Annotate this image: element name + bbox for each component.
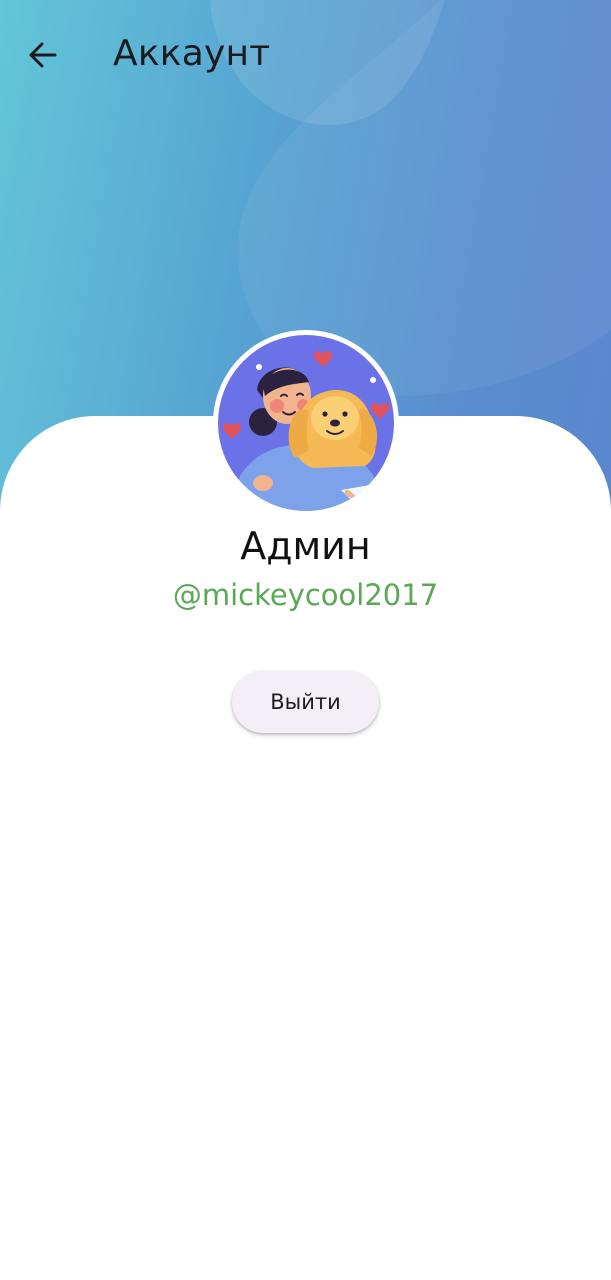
app-bar: Аккаунт bbox=[0, 0, 611, 108]
avatar-illustration bbox=[214, 331, 398, 515]
avatar[interactable] bbox=[213, 330, 399, 516]
arrow-left-icon bbox=[29, 42, 57, 68]
user-handle: @mickeycool2017 bbox=[172, 578, 439, 612]
user-name: Админ bbox=[240, 524, 371, 568]
page-title: Аккаунт bbox=[113, 33, 271, 74]
back-button[interactable] bbox=[20, 32, 66, 78]
logout-button[interactable]: Выйти bbox=[232, 671, 379, 733]
account-screen: Аккаунт Админ @mickeycool2017 Выйти bbox=[0, 0, 611, 1280]
